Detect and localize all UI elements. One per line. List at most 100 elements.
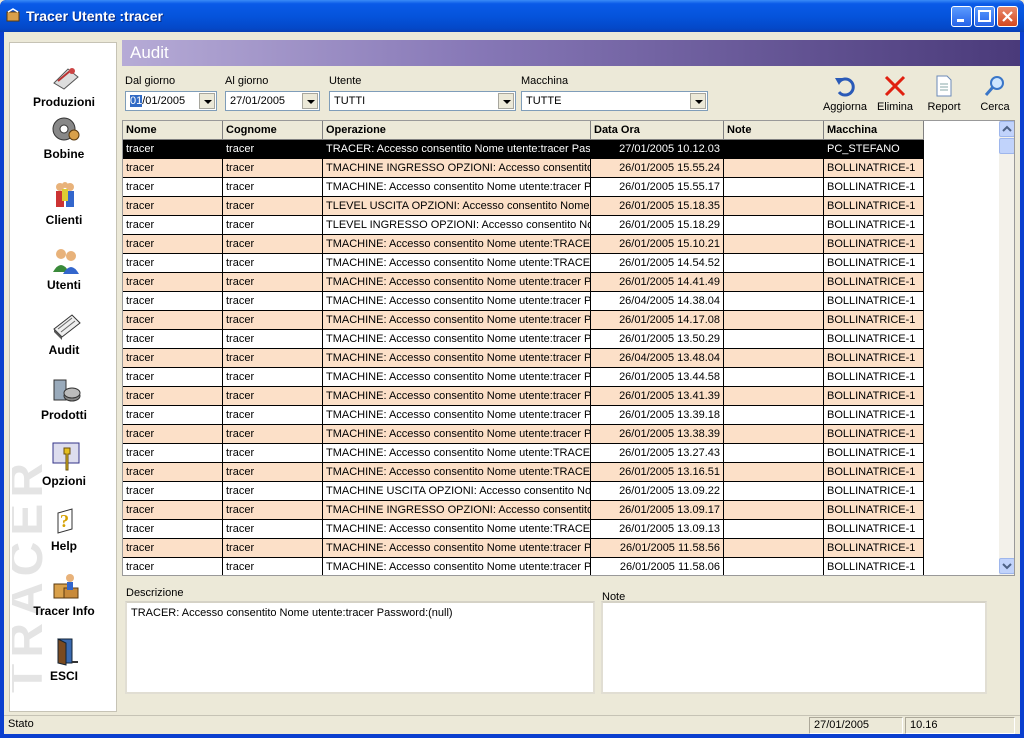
sidebar-item-utenti[interactable]: Utenti <box>10 244 116 304</box>
sidebar-item-opzioni[interactable]: Opzioni <box>10 440 116 500</box>
vertical-scrollbar[interactable] <box>999 121 1014 575</box>
cell-cognome: tracer <box>223 463 323 482</box>
cell-nome: tracer <box>123 159 223 178</box>
cell-data-ora: 26/01/2005 13.09.13 <box>591 520 724 539</box>
chevron-up-icon <box>1002 125 1012 132</box>
column-header-operazione[interactable]: Operazione <box>323 121 591 140</box>
table-row[interactable]: tracer tracer TMACHINE: Accesso consentito… <box>123 406 924 425</box>
scroll-up-button[interactable] <box>999 121 1014 137</box>
sidebar-item-label: Help <box>50 539 77 553</box>
table-row[interactable]: tracer tracer TMACHINE: Accesso consentito… <box>123 254 924 273</box>
sidebar-item-esci[interactable]: ESCI <box>10 635 116 695</box>
cell-note <box>724 178 824 197</box>
cell-nome: tracer <box>123 216 223 235</box>
cell-nome: tracer <box>123 368 223 387</box>
cell-operazione: TMACHINE: Accesso consentito Nome utente… <box>323 425 591 444</box>
table-row[interactable]: tracer tracer TMACHINE USCITA OPZIONI: Acc… <box>123 482 924 501</box>
cell-cognome: tracer <box>223 368 323 387</box>
column-header-nome[interactable]: Nome <box>123 121 223 140</box>
table-row[interactable]: tracer tracer TLEVEL USCITA OPZIONI: Acces… <box>123 197 924 216</box>
table-row[interactable]: tracer tracer TMACHINE: Accesso consentito… <box>123 425 924 444</box>
column-header-macchina[interactable]: Macchina <box>824 121 924 140</box>
table-row[interactable]: tracer tracer TMACHINE: Accesso consentito… <box>123 520 924 539</box>
chevron-down-icon[interactable] <box>498 93 514 109</box>
close-button[interactable] <box>997 6 1018 27</box>
cell-operazione: TMACHINE: Accesso consentito Nome utente… <box>323 330 591 349</box>
cell-note <box>724 216 824 235</box>
cell-operazione: TMACHINE: Accesso consentito Nome utente… <box>323 311 591 330</box>
scroll-thumb[interactable] <box>999 138 1014 154</box>
cell-operazione: TRACER: Accesso consentito Nome utente:t… <box>323 140 591 159</box>
maximize-button[interactable] <box>974 6 995 27</box>
sidebar-item-bobine[interactable]: Bobine <box>10 113 116 173</box>
cell-nome: tracer <box>123 463 223 482</box>
table-row[interactable]: tracer tracer TLEVEL INGRESSO OPZIONI: Acc… <box>123 216 924 235</box>
cell-macchina: BOLLINATRICE-1 <box>824 273 924 292</box>
aggiorna-button[interactable]: Aggiorna <box>820 74 870 116</box>
table-row[interactable]: tracer tracer TMACHINE: Accesso consentito… <box>123 558 924 575</box>
macchina-select[interactable]: TUTTE <box>521 91 708 111</box>
cell-nome: tracer <box>123 140 223 159</box>
al-giorno-label: Al giorno <box>225 75 269 87</box>
table-row[interactable]: tracer tracer TMACHINE: Accesso consentito… <box>123 330 924 349</box>
cell-note <box>724 501 824 520</box>
table-row[interactable]: tracer tracer TMACHINE: Accesso consentito… <box>123 178 924 197</box>
minimize-button[interactable] <box>951 6 972 27</box>
table-row[interactable]: tracer tracer TMACHINE: Accesso consentito… <box>123 463 924 482</box>
cell-operazione: TMACHINE INGRESSO OPZIONI: Accesso conse… <box>323 159 591 178</box>
note-field[interactable] <box>601 601 987 694</box>
title-bar[interactable]: Tracer Utente :tracer <box>0 0 1024 32</box>
audit-table[interactable]: Nome Cognome Operazione Data Ora Note Ma… <box>122 120 1015 576</box>
cell-note <box>724 197 824 216</box>
al-giorno-datepicker[interactable]: 27/01/2005 <box>225 91 320 111</box>
close-icon <box>1002 11 1013 22</box>
table-row[interactable]: tracer tracer TMACHINE: Accesso consentito… <box>123 444 924 463</box>
sidebar-item-help[interactable]: ? Help <box>10 505 116 565</box>
opzioni-icon <box>52 442 80 471</box>
sidebar-item-label: Prodotti <box>41 408 87 422</box>
cell-data-ora: 26/04/2005 13.48.04 <box>591 349 724 368</box>
table-row[interactable]: tracer tracer TMACHINE: Accesso consentito… <box>123 292 924 311</box>
table-row[interactable]: tracer tracer TMACHINE: Accesso consentito… <box>123 349 924 368</box>
scroll-down-button[interactable] <box>999 558 1014 574</box>
sidebar-item-prodotti[interactable]: Prodotti <box>10 374 116 434</box>
dal-giorno-datepicker[interactable]: 01/01/2005 <box>125 91 217 111</box>
cerca-button[interactable]: Cerca <box>970 74 1020 116</box>
table-header: Nome Cognome Operazione Data Ora Note Ma… <box>123 121 924 140</box>
sidebar-item-produzioni[interactable]: Produzioni <box>10 61 116 121</box>
table-row[interactable]: tracer tracer TMACHINE: Accesso consentito… <box>123 539 924 558</box>
table-row[interactable]: tracer tracer TMACHINE INGRESSO OPZIONI: A… <box>123 501 924 520</box>
cell-operazione: TMACHINE INGRESSO OPZIONI: Accesso conse… <box>323 501 591 520</box>
table-row[interactable]: tracer tracer TMACHINE: Accesso consentito… <box>123 273 924 292</box>
chevron-down-icon[interactable] <box>690 93 706 109</box>
clienti-icon <box>56 182 74 207</box>
report-button[interactable]: Report <box>919 74 969 116</box>
sidebar-item-tracer-info[interactable]: Tracer Info <box>10 570 116 630</box>
table-row[interactable]: tracer tracer TMACHINE: Accesso consentito… <box>123 387 924 406</box>
chevron-down-icon[interactable] <box>199 93 215 109</box>
column-header-cognome[interactable]: Cognome <box>223 121 323 140</box>
cell-data-ora: 26/01/2005 13.50.29 <box>591 330 724 349</box>
column-header-note[interactable]: Note <box>724 121 824 140</box>
descrizione-field[interactable]: TRACER: Accesso consentito Nome utente:t… <box>125 601 595 694</box>
cell-operazione: TMACHINE: Accesso consentito Nome utente… <box>323 178 591 197</box>
cell-cognome: tracer <box>223 178 323 197</box>
bobine-icon <box>52 117 80 141</box>
column-header-data-ora[interactable]: Data Ora <box>591 121 724 140</box>
table-row[interactable]: tracer tracer TRACER: Accesso consentito N… <box>123 140 924 159</box>
chevron-down-icon[interactable] <box>302 93 318 109</box>
audit-icon <box>53 314 81 340</box>
cell-data-ora: 26/01/2005 11.58.06 <box>591 558 724 575</box>
sidebar-item-clienti[interactable]: Clienti <box>10 179 116 239</box>
elimina-button[interactable]: Elimina <box>870 74 920 116</box>
sidebar-item-audit[interactable]: Audit <box>10 309 116 369</box>
cell-operazione: TMACHINE: Accesso consentito Nome utente… <box>323 387 591 406</box>
table-row[interactable]: tracer tracer TMACHINE: Accesso consentito… <box>123 235 924 254</box>
utente-select[interactable]: TUTTI <box>329 91 516 111</box>
cell-data-ora: 26/01/2005 13.44.58 <box>591 368 724 387</box>
report-icon <box>936 75 952 97</box>
minimize-icon <box>957 19 964 22</box>
table-row[interactable]: tracer tracer TMACHINE: Accesso consentito… <box>123 368 924 387</box>
table-row[interactable]: tracer tracer TMACHINE INGRESSO OPZIONI: A… <box>123 159 924 178</box>
table-row[interactable]: tracer tracer TMACHINE: Accesso consentito… <box>123 311 924 330</box>
